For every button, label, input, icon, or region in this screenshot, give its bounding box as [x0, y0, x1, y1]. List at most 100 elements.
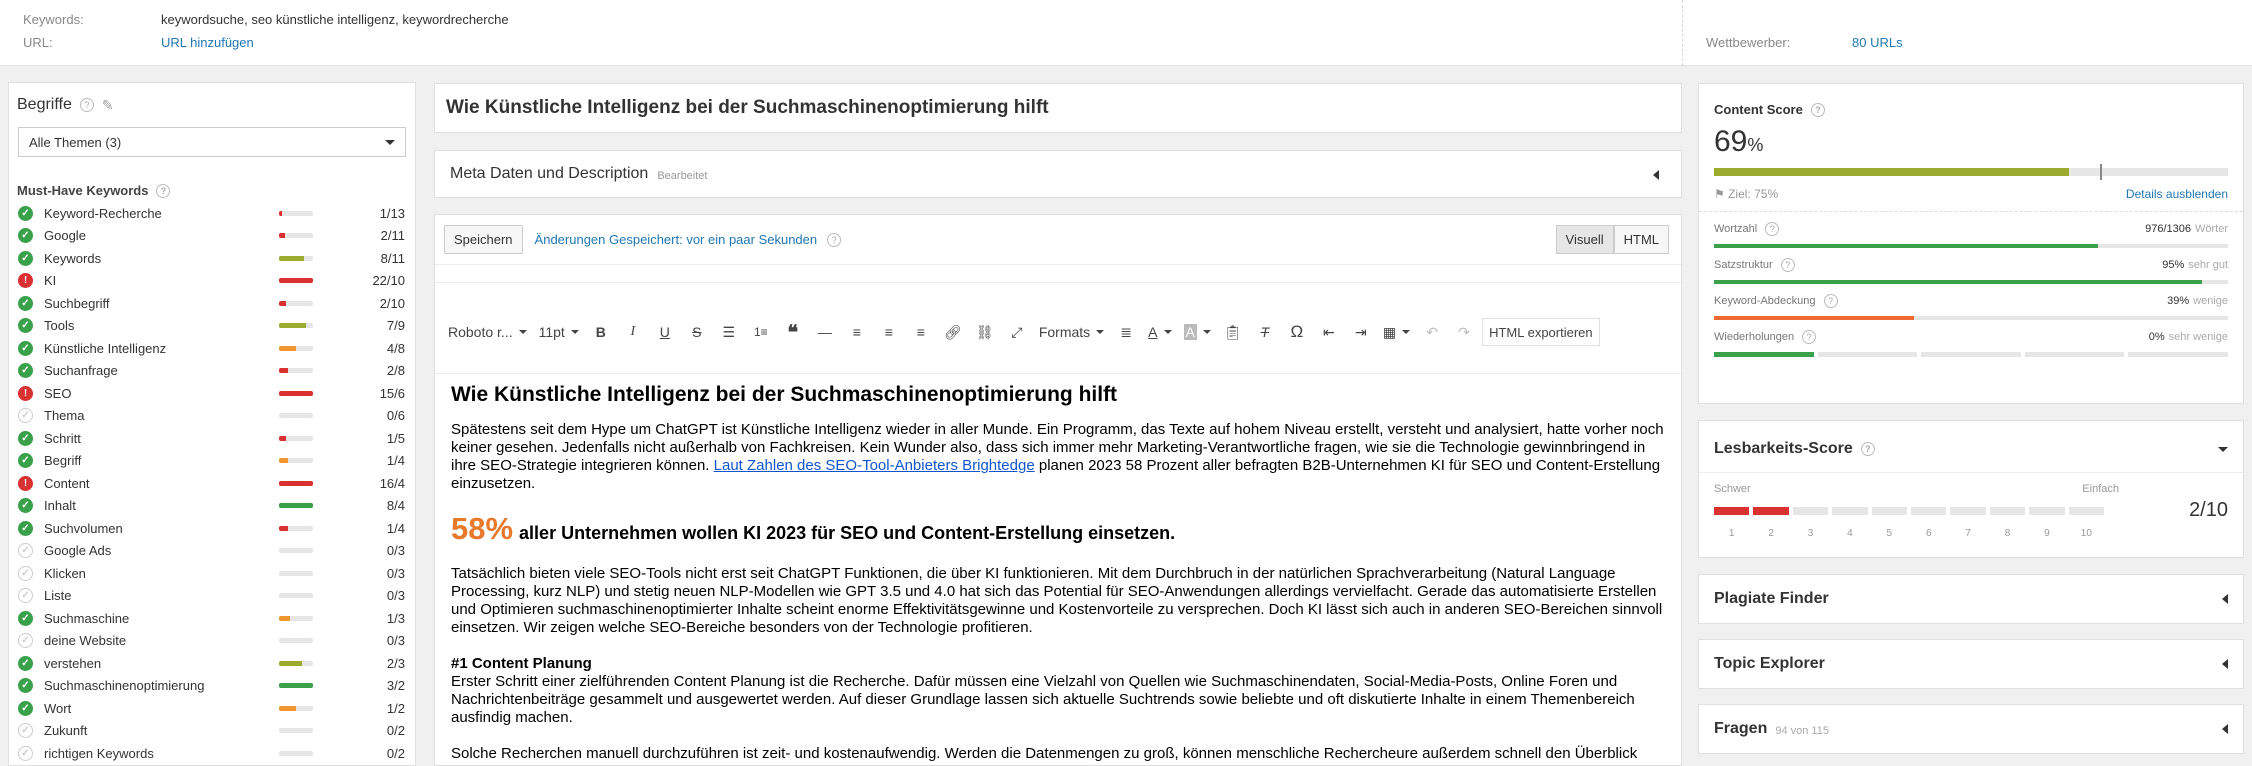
collapse-arrow-icon[interactable]	[2222, 594, 2228, 604]
paste-text-icon[interactable]: 📋︎	[1219, 318, 1247, 346]
keywords-value[interactable]: keywordsuche, seo künstliche intelligenz…	[161, 12, 509, 27]
help-icon[interactable]: ?	[156, 183, 171, 198]
keyword-item[interactable]: ✓ Suchbegriff 2/10	[18, 292, 405, 315]
help-icon[interactable]: ?	[1765, 222, 1780, 236]
unlink-icon[interactable]: ⛓︎	[971, 318, 999, 346]
keyword-usage-bar	[279, 345, 313, 351]
help-icon[interactable]: ?	[1823, 294, 1838, 308]
keyword-item[interactable]: ✓ Tools 7/9	[18, 315, 405, 338]
horizontal-rule-icon[interactable]: —	[811, 318, 839, 346]
collapse-arrow-icon[interactable]	[2222, 659, 2228, 669]
bold-icon[interactable]: B	[587, 318, 615, 346]
keyword-name: Begriff	[44, 453, 82, 469]
background-color-select[interactable]: A	[1180, 318, 1215, 346]
indent-icon[interactable]: ⇥	[1347, 318, 1375, 346]
keyword-item[interactable]: ✓ Zukunft 0/2	[18, 720, 405, 743]
keyword-item[interactable]: ✓ Liste 0/3	[18, 585, 405, 608]
goal-label: ⚑ Ziel: 75%	[1714, 187, 1778, 201]
numbered-list-icon[interactable]: 1≡	[747, 318, 775, 346]
formats-select[interactable]: Formats	[1035, 318, 1108, 346]
keyword-item[interactable]: ✓ Schritt 1/5	[18, 427, 405, 450]
save-button[interactable]: Speichern	[444, 225, 523, 254]
help-icon[interactable]: ?	[1810, 102, 1825, 117]
help-icon[interactable]: ?	[1802, 330, 1817, 344]
readability-scale: 1 2 3 4 5 6 7 8 9 10	[1699, 528, 2104, 539]
article-title-input[interactable]: Wie Künstliche Intelligenz bei der Suchm…	[434, 83, 1682, 133]
outdent-icon[interactable]: ⇤	[1315, 318, 1343, 346]
add-url-link[interactable]: URL hinzufügen	[161, 35, 254, 50]
keyword-item[interactable]: ✓ Suchmaschine 1/3	[18, 607, 405, 630]
pencil-icon[interactable]: ✎	[102, 97, 114, 114]
undo-icon[interactable]: ↶	[1418, 318, 1446, 346]
keyword-item[interactable]: ✓ Klicken 0/3	[18, 562, 405, 585]
brightedge-link[interactable]: Laut Zahlen des SEO-Tool-Anbieters Brigh…	[714, 457, 1035, 474]
html-view-button[interactable]: HTML	[1613, 225, 1669, 254]
check-icon: ✓	[18, 655, 33, 671]
help-icon[interactable]: ?	[827, 232, 842, 247]
keyword-item[interactable]: ✓ Keywords 8/11	[18, 247, 405, 270]
keyword-item[interactable]: ✓ Inhalt 8/4	[18, 495, 405, 518]
keyword-usage-bar	[279, 728, 313, 734]
italic-icon[interactable]: I	[619, 318, 647, 346]
keyword-item[interactable]: ✓ Suchanfrage 2/8	[18, 360, 405, 383]
keyword-item[interactable]: ✓ Google 2/11	[18, 225, 405, 248]
chevron-down-icon[interactable]	[2218, 446, 2228, 452]
keyword-item[interactable]: ✓ verstehen 2/3	[18, 652, 405, 675]
blockquote-icon[interactable]: ❝	[779, 318, 807, 346]
keyword-item[interactable]: ✓ Wort 1/2	[18, 697, 405, 720]
link-icon[interactable]: 🔗︎	[939, 318, 967, 346]
topic-explorer-card[interactable]: Topic Explorer	[1698, 639, 2244, 689]
keyword-item[interactable]: ✓ richtigen Keywords 0/2	[18, 742, 405, 765]
keyword-item[interactable]: ✓ Google Ads 0/3	[18, 540, 405, 563]
competitors-link[interactable]: 80 URLs	[1852, 35, 1903, 50]
hard-label: Schwer	[1714, 483, 1751, 495]
underline-icon[interactable]: U	[651, 318, 679, 346]
fullscreen-icon[interactable]: ⤢	[1003, 318, 1031, 346]
keyword-item[interactable]: ✓ Keyword-Recherche 1/13	[18, 202, 405, 225]
keyword-name: verstehen	[44, 655, 102, 671]
document-body[interactable]: Wie Künstliche Intelligenz bei der Suchm…	[435, 374, 1681, 765]
keyword-item[interactable]: ✓ Suchmaschinenoptimierung 3/2	[18, 675, 405, 698]
keyword-usage-bar	[279, 390, 313, 396]
chevron-down-icon	[385, 139, 395, 145]
special-character-icon[interactable]: Ω	[1283, 318, 1311, 346]
strikethrough-icon[interactable]: S	[683, 318, 711, 346]
font-family-select[interactable]: Roboto r...	[444, 318, 531, 346]
hide-details-link[interactable]: Details ausblenden	[2126, 187, 2228, 201]
keyword-item[interactable]: ✓ deine Website 0/3	[18, 630, 405, 653]
justify-icon[interactable]: ≣	[1112, 318, 1140, 346]
keyword-item[interactable]: ✓ Thema 0/6	[18, 405, 405, 428]
table-select[interactable]: ▦	[1379, 318, 1414, 346]
align-center-icon[interactable]: ≡	[875, 318, 903, 346]
keyword-item[interactable]: ✓ Künstliche Intelligenz 4/8	[18, 337, 405, 360]
align-left-icon[interactable]: ≡	[843, 318, 871, 346]
meta-data-section[interactable]: Meta Daten und Description Bearbeitet	[434, 150, 1682, 198]
keyword-count: 1/13	[379, 205, 405, 221]
topic-filter-select[interactable]: Alle Themen (3)	[18, 127, 406, 157]
editor-panel: Speichern Änderungen Gespeichert: vor ei…	[434, 214, 1682, 766]
plagiarism-card[interactable]: Plagiate Finder	[1698, 574, 2244, 624]
redo-icon[interactable]: ↷	[1450, 318, 1478, 346]
keyword-item[interactable]: ✓ Begriff 1/4	[18, 450, 405, 473]
collapse-arrow-icon[interactable]	[2222, 724, 2228, 734]
align-right-icon[interactable]: ≡	[907, 318, 935, 346]
help-icon[interactable]: ?	[1780, 258, 1795, 272]
keyword-name: richtigen Keywords	[44, 745, 154, 761]
font-size-select[interactable]: 11pt	[535, 318, 583, 346]
help-icon[interactable]: ?	[79, 98, 94, 112]
clear-formatting-icon[interactable]: T	[1251, 318, 1279, 346]
questions-card[interactable]: Fragen 94 von 115	[1698, 704, 2244, 754]
keyword-item[interactable]: ! SEO 15/6	[18, 382, 405, 405]
check-icon: ✓	[18, 610, 33, 626]
help-icon[interactable]: ?	[1860, 442, 1875, 456]
collapse-arrow-icon[interactable]	[1653, 170, 1659, 180]
export-html-button[interactable]: HTML exportieren	[1482, 318, 1600, 346]
keyword-item[interactable]: ✓ Suchvolumen 1/4	[18, 517, 405, 540]
content-score-value: 69%	[1699, 117, 2243, 162]
keyword-item[interactable]: ! KI 22/10	[18, 270, 405, 293]
visual-view-button[interactable]: Visuell	[1555, 225, 1614, 254]
readability-header[interactable]: Lesbarkeits-Score ?	[1699, 421, 2243, 458]
keyword-item[interactable]: ! Content 16/4	[18, 472, 405, 495]
bullet-list-icon[interactable]: ☰	[715, 318, 743, 346]
text-color-select[interactable]: A	[1144, 318, 1175, 346]
